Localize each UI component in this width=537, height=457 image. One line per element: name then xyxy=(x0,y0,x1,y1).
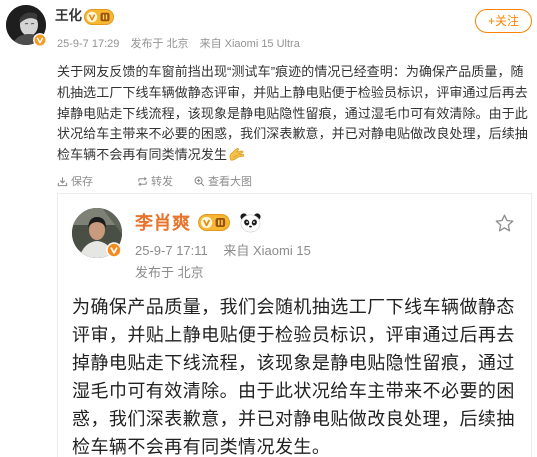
vip-badge-icon xyxy=(198,214,230,231)
post-body-line: 关于网友反馈的车窗前挡出现“测试车”痕迹的情况已经查明：为确保产品质量，随 xyxy=(57,64,524,79)
repost-icon xyxy=(137,176,148,187)
view-large-image-label: 查看大图 xyxy=(208,176,252,188)
save-icon xyxy=(57,176,68,187)
vip-badge-icon[interactable] xyxy=(84,9,114,25)
post-body-line: 状况给车主带来不必要的困惑，我们深表歉意，并已对静电贴做改良处理，后续抽 xyxy=(57,126,528,142)
follow-button[interactable]: +关注 xyxy=(475,9,532,33)
quoted-post-location: 发布于 北京 xyxy=(135,265,204,280)
view-large-image-button[interactable]: 查看大图 xyxy=(194,174,252,188)
quoted-body-line: 掉静电贴走下线流程，该现象是静电贴隐性留痕，通过 xyxy=(72,353,515,373)
zoom-in-icon xyxy=(194,176,205,187)
post-time[interactable]: 25-9-7 17:29 xyxy=(57,38,119,50)
quoted-author-name: 李肖爽 xyxy=(135,213,191,233)
post-source: 来自 Xiaomi 15 Ultra xyxy=(199,38,300,50)
verified-badge-icon xyxy=(106,242,122,258)
quoted-post-meta: 25-9-7 17:11 来自 Xiaomi 15 xyxy=(135,243,311,259)
quoted-post-body: 为确保产品质量，我们会随机抽选工厂下线车辆做静态 评审，并贴上静电贴便于检验员标… xyxy=(72,293,527,457)
verified-badge-icon xyxy=(33,33,47,47)
post-body-line: 机抽选工厂下线车辆做静态评审，并贴上静电贴便于检验员标识，评审通过后再去 xyxy=(57,84,528,100)
save-image-button[interactable]: 保存 xyxy=(57,174,93,188)
star-outline-icon xyxy=(494,213,515,234)
panda-emoji-icon xyxy=(239,211,262,234)
weibo-post: 王化 +关注 25-9-7 17:29 发布于 北京 来自 Xiaomi 15 … xyxy=(0,0,537,457)
author-name[interactable]: 王化 xyxy=(55,7,82,25)
post-body: 关于网友反馈的车窗前挡出现“测试车”痕迹的情况已经查明：为确保产品质量，随 机抽… xyxy=(57,62,535,166)
repost-image-label: 转发 xyxy=(151,176,173,188)
quoted-post-source: 来自 Xiaomi 15 xyxy=(223,243,311,258)
quoted-body-line: 湿毛巾可有效清除。由于此状况给车主带来不必要的困 xyxy=(72,381,515,401)
post-body-line-last: 检车辆不会再有同类情况发生 xyxy=(57,145,535,166)
post-body-line: 掉静电贴走下线流程，该现象是静电贴隐性留痕，通过湿毛巾可有效清除。由于此 xyxy=(57,105,528,121)
save-image-label: 保存 xyxy=(71,176,93,188)
quoted-post-time: 25-9-7 17:11 xyxy=(135,243,208,258)
quoted-body-line: 评审，并贴上静电贴便于检验员标识，评审通过后再去 xyxy=(72,325,515,345)
image-actions: 保存 转发 查看大图 xyxy=(0,174,537,188)
clasped-hands-emoji-icon xyxy=(228,147,246,161)
repost-image-button[interactable]: 转发 xyxy=(137,174,173,188)
post-location: 发布于 北京 xyxy=(130,38,189,50)
post-body-text: 检车辆不会再有同类情况发生 xyxy=(57,147,228,163)
attached-image[interactable]: 李肖爽 25-9-7 17:11 来自 Xiaomi 15 发布于 北京 为确保… xyxy=(57,193,532,457)
quoted-body-line: 为确保产品质量，我们会随机抽选工厂下线车辆做静态 xyxy=(72,297,515,317)
quoted-body-line: 惑，我们深表歉意，并已对静电贴做改良处理，后续抽 xyxy=(72,409,515,429)
post-meta: 25-9-7 17:29 发布于 北京 来自 Xiaomi 15 Ultra xyxy=(57,37,300,52)
quoted-body-line: 检车辆不会再有同类情况发生。 xyxy=(72,437,331,457)
